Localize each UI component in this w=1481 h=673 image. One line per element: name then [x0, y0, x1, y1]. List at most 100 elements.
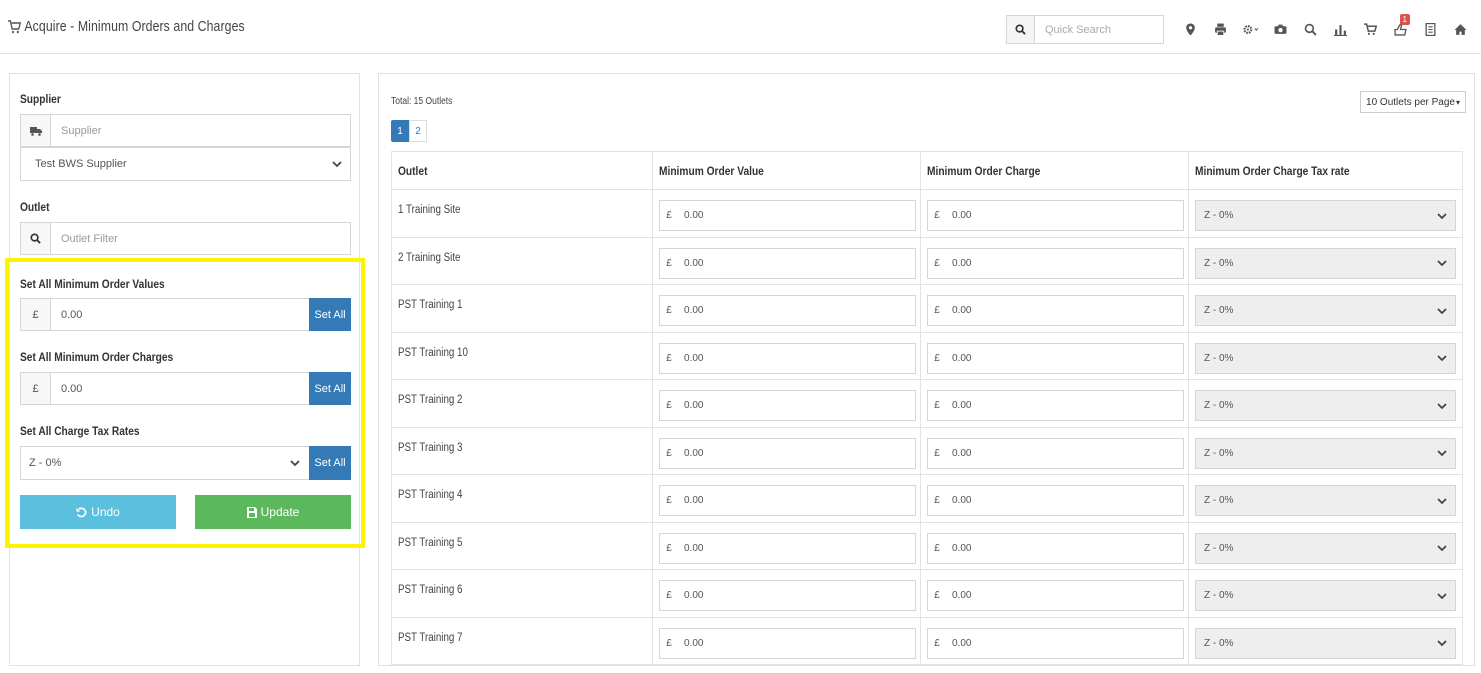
- caret-down-icon: ▾: [1455, 97, 1460, 107]
- table-row: PST Training 2 £0.00 £0.00 Z - 0%: [391, 379, 1463, 428]
- table-row: PST Training 10 £0.00 £0.00 Z - 0%: [391, 331, 1463, 380]
- min-order-value: 0.00: [684, 210, 704, 221]
- document-icon[interactable]: [1415, 14, 1445, 44]
- min-order-charge: 0.00: [952, 542, 972, 554]
- currency-addon: £: [934, 352, 940, 364]
- min-order-value-input[interactable]: £0.00: [659, 200, 916, 231]
- column-header-min-order-value: Minimum Order Value: [652, 151, 921, 190]
- supplier-select-value: Test BWS Supplier: [35, 158, 127, 170]
- min-order-value-input[interactable]: £0.00: [659, 342, 916, 374]
- chevron-down-icon: [1437, 402, 1447, 409]
- min-order-value-input[interactable]: £0.00: [659, 627, 916, 659]
- tax-rate-cell: Z - 0%: [1188, 189, 1463, 238]
- chevron-down-icon: [1437, 497, 1447, 504]
- outlet-filter-field[interactable]: [20, 222, 351, 255]
- tax-rate-select[interactable]: Z - 0%: [1195, 532, 1456, 564]
- min-order-charge: 0.00: [952, 400, 972, 411]
- currency-addon: £: [934, 637, 940, 649]
- table-header-row: Outlet Minimum Order Value Minimum Order…: [391, 151, 1463, 190]
- min-order-value-input[interactable]: £0.00: [659, 390, 916, 421]
- min-order-value-cell: £0.00: [652, 379, 921, 428]
- min-order-charge-input[interactable]: £0.00: [927, 485, 1184, 516]
- min-order-charge-input[interactable]: £0.00: [927, 342, 1184, 374]
- table-row: 2 Training Site £0.00 £0.00 Z - 0%: [391, 236, 1463, 285]
- supplier-search-field[interactable]: [20, 114, 351, 147]
- min-order-value-input[interactable]: £0.00: [659, 532, 916, 564]
- tax-rate-select[interactable]: Z - 0%: [1195, 437, 1456, 469]
- outlet-name: PST Training 6: [398, 584, 463, 596]
- tax-rate-value: Z - 0%: [1204, 447, 1234, 459]
- currency-addon: £: [666, 305, 672, 316]
- min-order-value-input[interactable]: £0.00: [659, 485, 916, 516]
- outlet-name: PST Training 4: [398, 489, 463, 501]
- tax-rate-select[interactable]: Z - 0%: [1195, 247, 1456, 279]
- tax-rate-select[interactable]: Z - 0%: [1195, 295, 1456, 326]
- table-row: PST Training 7 £0.00 £0.00 Z - 0%: [391, 616, 1463, 665]
- currency-addon: £: [934, 542, 940, 554]
- notifications-icon[interactable]: 1: [1385, 14, 1415, 44]
- quick-search[interactable]: [1006, 15, 1164, 44]
- outlet-cell: PST Training 10: [391, 331, 653, 380]
- min-order-charge-cell: £0.00: [920, 426, 1189, 475]
- tax-rate-select[interactable]: Z - 0%: [1195, 390, 1456, 421]
- outlet-cell: PST Training 7: [391, 616, 653, 665]
- pagination: 1 2: [391, 120, 427, 142]
- tax-rate-cell: Z - 0%: [1188, 569, 1463, 618]
- tax-rate-value: Z - 0%: [1204, 400, 1234, 411]
- camera-icon[interactable]: [1265, 14, 1295, 44]
- printer-icon[interactable]: [1205, 14, 1235, 44]
- min-order-value: 0.00: [684, 305, 704, 316]
- min-order-value: 0.00: [684, 400, 704, 411]
- table-row: PST Training 5 £0.00 £0.00 Z - 0%: [391, 521, 1463, 570]
- settings-icon[interactable]: [1235, 14, 1265, 44]
- tax-rate-select[interactable]: Z - 0%: [1195, 627, 1456, 659]
- min-order-charge-input[interactable]: £0.00: [927, 295, 1184, 326]
- min-order-charge-input[interactable]: £0.00: [927, 532, 1184, 564]
- tax-rate-value: Z - 0%: [1204, 210, 1234, 221]
- tax-rate-select[interactable]: Z - 0%: [1195, 342, 1456, 374]
- cart-icon[interactable]: [1355, 14, 1385, 44]
- search-icon[interactable]: [1007, 16, 1035, 43]
- min-order-value-input[interactable]: £0.00: [659, 295, 916, 326]
- min-order-value-cell: £0.00: [652, 569, 921, 618]
- currency-addon: £: [934, 400, 940, 411]
- outlet-filter-input[interactable]: [51, 223, 350, 254]
- tax-rate-cell: Z - 0%: [1188, 331, 1463, 380]
- truck-icon: [21, 115, 51, 146]
- min-order-charge-input[interactable]: £0.00: [927, 247, 1184, 279]
- page-title-text: Acquire - Minimum Orders and Charges: [24, 18, 245, 35]
- page-2[interactable]: 2: [409, 120, 427, 142]
- map-marker-icon[interactable]: [1175, 14, 1205, 44]
- min-order-charge: 0.00: [952, 210, 972, 221]
- tax-rate-cell: Z - 0%: [1188, 616, 1463, 665]
- per-page-label: 10 Outlets per Page: [1366, 96, 1455, 108]
- min-order-charge-input[interactable]: £0.00: [927, 580, 1184, 611]
- min-order-value-input[interactable]: £0.00: [659, 247, 916, 279]
- search-icon[interactable]: [1295, 14, 1325, 44]
- home-icon[interactable]: [1445, 14, 1475, 44]
- min-order-charge-input[interactable]: £0.00: [927, 200, 1184, 231]
- min-order-value-input[interactable]: £0.00: [659, 580, 916, 611]
- page-1[interactable]: 1: [391, 120, 409, 142]
- tax-rate-select[interactable]: Z - 0%: [1195, 485, 1456, 516]
- min-order-charge-input[interactable]: £0.00: [927, 437, 1184, 469]
- outlets-panel: Total: 15 Outlets 10 Outlets per Page ▾ …: [378, 73, 1475, 666]
- min-order-value: 0.00: [684, 542, 704, 554]
- currency-addon: £: [666, 542, 672, 554]
- power-icon[interactable]: [1475, 14, 1481, 44]
- min-order-charge-input[interactable]: £0.00: [927, 627, 1184, 659]
- outlet-name: PST Training 1: [398, 299, 463, 311]
- quick-search-input[interactable]: [1035, 16, 1163, 43]
- per-page-dropdown[interactable]: 10 Outlets per Page ▾: [1360, 91, 1466, 113]
- min-order-charge-input[interactable]: £0.00: [927, 390, 1184, 421]
- supplier-select[interactable]: Test BWS Supplier: [20, 147, 351, 181]
- bar-chart-icon[interactable]: [1325, 14, 1355, 44]
- supplier-label: Supplier: [20, 92, 61, 106]
- tax-rate-value: Z - 0%: [1204, 257, 1234, 269]
- tax-rate-select[interactable]: Z - 0%: [1195, 200, 1456, 231]
- tax-rate-select[interactable]: Z - 0%: [1195, 580, 1456, 611]
- table-row: PST Training 6 £0.00 £0.00 Z - 0%: [391, 569, 1463, 618]
- min-order-value-input[interactable]: £0.00: [659, 437, 916, 469]
- supplier-input[interactable]: [51, 115, 350, 146]
- highlight-box: [5, 258, 365, 548]
